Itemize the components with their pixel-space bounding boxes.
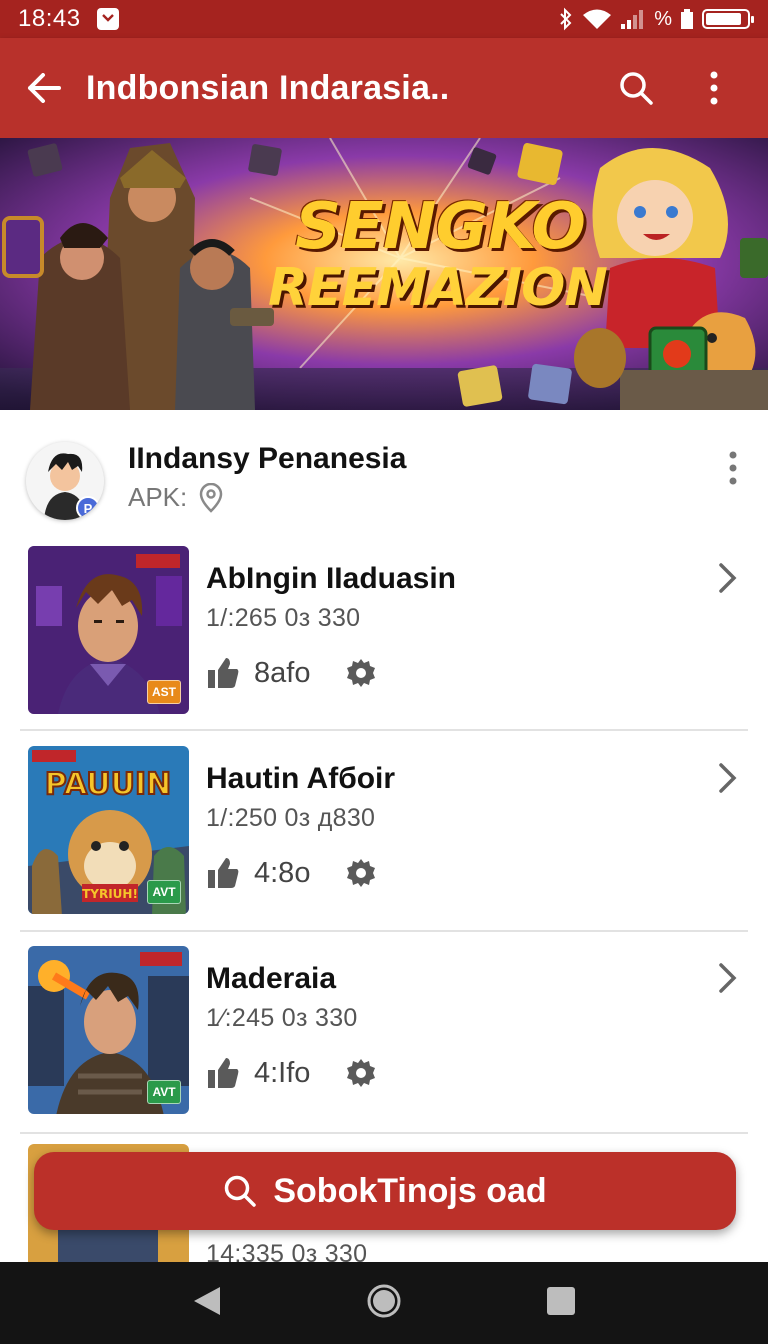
gear-icon (347, 659, 376, 687)
bluetooth-icon (560, 7, 572, 31)
thumbs-up-icon (208, 658, 239, 688)
developer-avatar[interactable]: P (26, 442, 104, 520)
game-meta: 1∕:245 0з 330 (206, 1004, 358, 1032)
game-row[interactable]: AST AbIngin IIaduasin 1/:265 0з 330 8afo (0, 540, 768, 740)
arrow-left-icon (28, 73, 61, 103)
battery-saver-icon (681, 9, 693, 29)
game-row[interactable]: PAUUIN TYRIUH! AVT Hautin Afбoir 1/:250 … (0, 740, 768, 940)
nav-home-button[interactable] (366, 1283, 402, 1324)
chevron-right-icon (718, 962, 738, 999)
search-icon (620, 72, 653, 105)
avatar-badge: P (84, 501, 93, 516)
game-meta: 1/:265 0з 330 (206, 604, 361, 632)
row-divider (20, 930, 748, 932)
game-likes: 4:Ifo (254, 1056, 311, 1089)
square-recents-icon (547, 1286, 575, 1315)
game-title: Hautin Afбoir (206, 762, 396, 795)
status-time: 18:43 (18, 5, 81, 32)
wifi-icon (583, 9, 612, 29)
game-badge: AVT (147, 880, 181, 904)
page-title: Indbonsian Indarasia.. (86, 68, 450, 107)
game-likes: 8afo (254, 656, 311, 689)
thumb-title: PAUUIN (45, 767, 172, 802)
nav-back-button[interactable] (192, 1285, 222, 1322)
overflow-menu-button[interactable] (686, 60, 742, 116)
notification-icon (96, 8, 119, 30)
game-title: AbIngin IIaduasin (206, 562, 457, 595)
hero-banner[interactable]: SENGKO REEMAZION (0, 138, 768, 410)
developer-header: P IIndansy Penanesia APK: (0, 432, 768, 532)
nav-recents-button[interactable] (546, 1286, 576, 1321)
avatar-artwork: P (26, 442, 104, 520)
game-thumbnail: AVT (28, 946, 189, 1114)
app-bar: Indbonsian Indarasia.. (0, 38, 768, 138)
battery-percent: % (654, 7, 672, 30)
game-title: Maderaia (206, 962, 337, 995)
chevron-right-icon (718, 762, 738, 799)
gear-icon (347, 859, 376, 887)
thumb-subtitle: TYRIUH! (82, 887, 138, 901)
row-divider (20, 729, 748, 731)
developer-more-button[interactable] (728, 450, 738, 491)
more-vert-icon (729, 451, 737, 485)
game-row[interactable]: AVT Maderaia 1∕:245 0з 330 4:Ifo (0, 940, 768, 1140)
game-thumbnail: PAUUIN TYRIUH! AVT (28, 746, 189, 914)
game-likes: 4:8o (254, 856, 311, 889)
search-download-button[interactable]: SobokTinojs oad (34, 1152, 736, 1230)
game-meta: 1/:250 0з д830 (206, 804, 376, 832)
game-badge: AST (147, 680, 181, 704)
gear-icon (347, 1059, 376, 1087)
system-nav-bar (0, 1262, 768, 1344)
signal-icon (621, 10, 644, 29)
status-bar: 18:43 % (0, 0, 768, 38)
search-icon (225, 1175, 257, 1207)
chevron-right-icon (718, 562, 738, 599)
banner-title-line2: REEMAZION (268, 258, 608, 318)
location-pin-icon (199, 482, 223, 513)
thumbs-up-icon (208, 1058, 239, 1088)
back-button[interactable] (16, 60, 72, 116)
thumbs-up-icon (208, 858, 239, 888)
developer-subtitle: APK: (128, 482, 188, 512)
search-button[interactable] (608, 60, 664, 116)
circle-home-icon (367, 1284, 401, 1317)
triangle-back-icon (194, 1286, 220, 1315)
banner-title-line1: SENGKO (295, 190, 586, 264)
developer-name: IIndansy Penanesia (128, 442, 407, 475)
more-vert-icon (710, 71, 718, 105)
search-download-label: SobokTinojs oad (273, 1171, 547, 1210)
game-badge: AVT (147, 1080, 181, 1104)
row-divider (20, 1132, 748, 1134)
game-thumbnail: AST (28, 546, 189, 714)
battery-icon (702, 9, 754, 29)
